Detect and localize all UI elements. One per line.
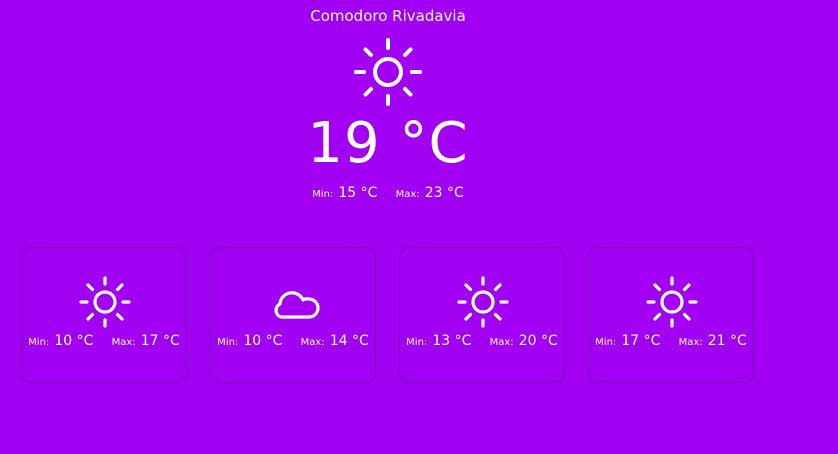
min-value: 17 °C xyxy=(621,333,661,349)
forecast-card[interactable]: Min: 10 °C Max: 14 °C xyxy=(210,247,376,383)
max-value: 17 °C xyxy=(140,333,180,349)
min-label: Min: xyxy=(406,337,428,348)
current-range: Min: 15 °C Max: 23 °C xyxy=(278,182,498,201)
forecast-range: Min: 13 °C Max: 20 °C xyxy=(400,330,564,349)
cloud-icon xyxy=(267,275,321,329)
sun-icon xyxy=(78,275,132,329)
max-value: 14 °C xyxy=(329,333,369,349)
min-label: Min: xyxy=(217,337,239,348)
min-label: Min: xyxy=(312,189,334,200)
max-value: 23 °C xyxy=(424,185,464,201)
min-value: 13 °C xyxy=(432,333,472,349)
forecast-range: Min: 10 °C Max: 17 °C xyxy=(22,330,186,349)
min-value: 10 °C xyxy=(54,333,94,349)
max-label: Max: xyxy=(489,337,514,348)
forecast-card[interactable]: Min: 10 °C Max: 17 °C xyxy=(21,247,187,383)
sun-icon xyxy=(456,275,510,329)
min-value: 15 °C xyxy=(338,185,378,201)
min-value: 10 °C xyxy=(243,333,283,349)
min-label: Min: xyxy=(28,337,50,348)
forecast-card[interactable]: Min: 17 °C Max: 21 °C xyxy=(588,247,754,383)
current-temperature: 19 °C xyxy=(307,111,469,176)
max-value: 21 °C xyxy=(707,333,747,349)
forecast-card[interactable]: Min: 13 °C Max: 20 °C xyxy=(399,247,565,383)
min-label: Min: xyxy=(595,337,617,348)
forecast-range: Min: 17 °C Max: 21 °C xyxy=(589,330,753,349)
sun-icon xyxy=(352,36,424,108)
max-label: Max: xyxy=(395,189,420,200)
sun-icon xyxy=(645,275,699,329)
city-name: Comodoro Rivadavia xyxy=(310,7,466,25)
max-label: Max: xyxy=(678,337,703,348)
max-label: Max: xyxy=(300,337,325,348)
max-value: 20 °C xyxy=(518,333,558,349)
forecast-range: Min: 10 °C Max: 14 °C xyxy=(211,330,375,349)
max-label: Max: xyxy=(111,337,136,348)
